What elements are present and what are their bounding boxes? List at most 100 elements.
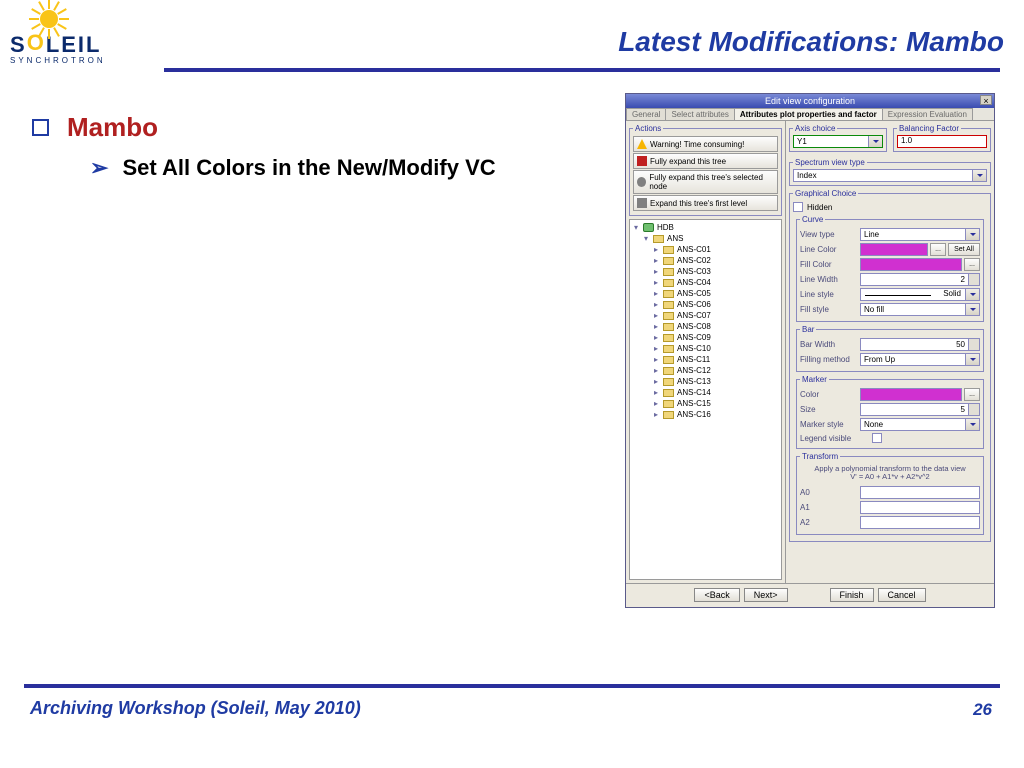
tab-expression[interactable]: Expression Evaluation	[882, 108, 973, 120]
folder-icon	[663, 290, 674, 298]
square-bullet-icon	[32, 119, 49, 136]
transform-group: Transform Apply a polynomial transform t…	[796, 452, 984, 535]
finish-button[interactable]: Finish	[830, 588, 874, 602]
left-panel: Actions Warning! Time consuming! Fully e…	[626, 121, 786, 583]
tree-leaf[interactable]: ▸ANS-C06	[652, 299, 779, 310]
folder-icon	[663, 323, 674, 331]
transform-note: Apply a polynomial transform to the data…	[800, 465, 980, 482]
expand-tree-button[interactable]: Fully expand this tree	[633, 153, 778, 169]
filling-method-combo[interactable]: From Up	[860, 353, 980, 366]
tab-general[interactable]: General	[626, 108, 666, 120]
attribute-tree[interactable]: ▾HDB ▾ANS ▸ANS-C01▸ANS-C02▸ANS-C03▸ANS-C…	[629, 219, 782, 580]
axis-choice-combo[interactable]: Y1	[793, 135, 883, 148]
warning-icon	[637, 139, 647, 149]
bullet-l1: Mambo	[32, 112, 592, 143]
dialog-titlebar: Edit view configuration ×	[626, 94, 994, 108]
folder-icon	[653, 235, 664, 243]
set-all-button[interactable]: Set All	[948, 243, 980, 256]
tree-leaf[interactable]: ▸ANS-C09	[652, 332, 779, 343]
dialog-title: Edit view configuration	[765, 96, 855, 106]
right-panel: Axis choice Y1 Balancing Factor 1.0 Spec…	[786, 121, 994, 583]
warning-row: Warning! Time consuming!	[633, 136, 778, 152]
spectrum-view-combo[interactable]: Index	[793, 169, 987, 182]
level-icon	[637, 198, 647, 208]
tree-leaf[interactable]: ▸ANS-C16	[652, 409, 779, 420]
bullet-list: Mambo ➢ Set All Colors in the New/Modify…	[32, 112, 592, 181]
expand-selected-button[interactable]: Fully expand this tree's selected node	[633, 170, 778, 194]
bar-width-spinner[interactable]: 50	[860, 338, 980, 351]
tree-leaf[interactable]: ▸ANS-C01	[652, 244, 779, 255]
fill-color-picker-button[interactable]: ...	[964, 258, 980, 271]
hidden-checkbox[interactable]	[793, 202, 803, 212]
tree-root[interactable]: ▾HDB	[632, 222, 779, 233]
tree-leaf[interactable]: ▸ANS-C05	[652, 288, 779, 299]
folder-icon	[663, 400, 674, 408]
tree-leaf[interactable]: ▸ANS-C07	[652, 310, 779, 321]
expand-first-button[interactable]: Expand this tree's first level	[633, 195, 778, 211]
chevron-down-icon	[965, 354, 979, 365]
folder-icon	[663, 301, 674, 309]
folder-icon	[663, 312, 674, 320]
hidden-label: Hidden	[807, 203, 832, 212]
folder-icon	[663, 257, 674, 265]
legend-visible-checkbox[interactable]	[872, 433, 882, 443]
folder-icon	[663, 345, 674, 353]
close-icon[interactable]: ×	[980, 95, 992, 105]
balancing-factor-group: Balancing Factor 1.0	[893, 124, 991, 152]
tree-leaf[interactable]: ▸ANS-C04	[652, 277, 779, 288]
bar-group: Bar Bar Width50 Filling methodFrom Up	[796, 325, 984, 372]
line-color-picker-button[interactable]: ...	[930, 243, 946, 256]
a2-input[interactable]	[860, 516, 980, 529]
header-divider	[164, 68, 1000, 72]
line-color-swatch[interactable]	[860, 243, 928, 256]
logo-word: SOLEIL	[10, 32, 150, 58]
line-width-spinner[interactable]: 2	[860, 273, 980, 286]
tab-plot-properties[interactable]: Attributes plot properties and factor	[734, 108, 883, 120]
folder-icon	[663, 367, 674, 375]
tree-leaf[interactable]: ▸ANS-C02	[652, 255, 779, 266]
back-button[interactable]: <Back	[694, 588, 739, 602]
next-button[interactable]: Next>	[744, 588, 788, 602]
marker-color-picker-button[interactable]: ...	[964, 388, 980, 401]
tree-leaf[interactable]: ▸ANS-C10	[652, 343, 779, 354]
tree-leaf[interactable]: ▸ANS-C12	[652, 365, 779, 376]
footer-text: Archiving Workshop (Soleil, May 2010)	[30, 698, 361, 719]
spectrum-view-group: Spectrum view type Index	[789, 158, 991, 186]
a1-input[interactable]	[860, 501, 980, 514]
footer-divider	[24, 684, 1000, 688]
arrow-bullet-icon: ➢	[90, 155, 108, 181]
view-type-combo[interactable]: Line	[860, 228, 980, 241]
tree-icon	[637, 156, 647, 166]
tab-select-attributes[interactable]: Select attributes	[665, 108, 734, 120]
a0-input[interactable]	[860, 486, 980, 499]
logo-subtitle: SYNCHROTRON	[10, 56, 150, 65]
marker-style-combo[interactable]: None	[860, 418, 980, 431]
chevron-down-icon	[868, 136, 882, 147]
slide-title: Latest Modifications: Mambo	[618, 26, 1004, 58]
tree-leaf[interactable]: ▸ANS-C15	[652, 398, 779, 409]
chevron-down-icon	[965, 289, 979, 300]
actions-legend: Actions	[633, 124, 663, 133]
balancing-factor-input[interactable]: 1.0	[897, 135, 987, 148]
marker-color-swatch[interactable]	[860, 388, 962, 401]
fill-style-combo[interactable]: No fill	[860, 303, 980, 316]
folder-icon	[663, 378, 674, 386]
dialog-button-bar: <Back Next> Finish Cancel	[626, 583, 994, 605]
tree-leaf[interactable]: ▸ANS-C11	[652, 354, 779, 365]
tree-leaf[interactable]: ▸ANS-C03	[652, 266, 779, 277]
logo: SOLEIL SYNCHROTRON	[10, 2, 150, 65]
tree-leaf[interactable]: ▸ANS-C13	[652, 376, 779, 387]
cancel-button[interactable]: Cancel	[878, 588, 926, 602]
fill-color-swatch[interactable]	[860, 258, 962, 271]
tree-node[interactable]: ▾ANS	[642, 233, 779, 244]
chevron-down-icon	[965, 304, 979, 315]
folder-icon	[663, 389, 674, 397]
marker-size-spinner[interactable]: 5	[860, 403, 980, 416]
folder-icon	[663, 356, 674, 364]
line-style-combo[interactable]: Solid	[860, 288, 980, 301]
tree-leaf[interactable]: ▸ANS-C08	[652, 321, 779, 332]
database-icon	[643, 223, 654, 232]
tree-leaf[interactable]: ▸ANS-C14	[652, 387, 779, 398]
node-icon	[637, 177, 646, 187]
bullet-l2: ➢ Set All Colors in the New/Modify VC	[90, 155, 592, 181]
